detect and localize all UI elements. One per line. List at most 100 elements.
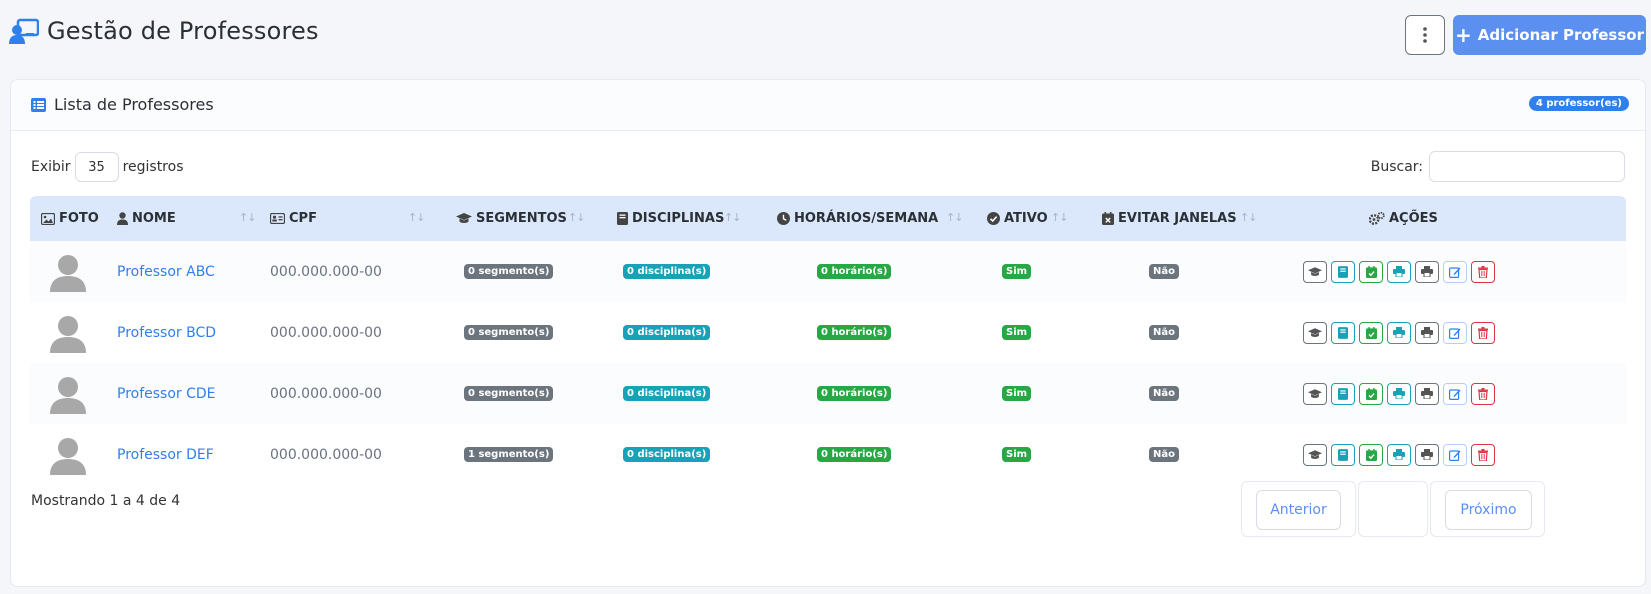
col-foto-label: FOTO bbox=[59, 211, 99, 226]
professor-name-link[interactable]: Professor DEF bbox=[117, 447, 214, 463]
delete-action-button[interactable] bbox=[1471, 443, 1495, 466]
sort-segmentos-icon[interactable]: ↑↓ bbox=[568, 211, 585, 224]
disciplinas-action-button[interactable] bbox=[1331, 382, 1355, 405]
professor-name-link[interactable]: Professor CDE bbox=[117, 386, 216, 402]
disciplinas-action-button[interactable] bbox=[1331, 443, 1355, 466]
page-title: Gestão de Professores bbox=[47, 17, 319, 45]
segmentos-action-button[interactable] bbox=[1303, 443, 1327, 466]
graduation-cap-icon bbox=[1308, 266, 1322, 276]
print-alt-action-button[interactable] bbox=[1415, 260, 1439, 283]
edit-action-button[interactable] bbox=[1443, 443, 1467, 466]
image-icon bbox=[41, 212, 55, 225]
professor-name-link[interactable]: Professor BCD bbox=[117, 325, 216, 341]
graduation-cap-icon bbox=[456, 213, 472, 224]
col-segmentos[interactable]: SEGMENTOS bbox=[456, 196, 567, 241]
edit-icon bbox=[1449, 449, 1461, 461]
ativo-cell: Sim bbox=[1002, 302, 1032, 363]
print-action-button[interactable] bbox=[1387, 260, 1411, 283]
table-row: Professor BCD 000.000.000-00 0 segmento(… bbox=[30, 302, 1626, 363]
sort-cpf-icon[interactable]: ↑↓ bbox=[408, 211, 425, 224]
search-input[interactable] bbox=[1429, 151, 1625, 182]
list-icon bbox=[31, 97, 46, 112]
segmentos-cell: 0 segmento(s) bbox=[464, 302, 554, 363]
col-cpf[interactable]: CPF bbox=[270, 196, 317, 241]
disciplinas-cell: 0 disciplina(s) bbox=[623, 302, 711, 363]
horarios-cell: 0 horário(s) bbox=[817, 424, 892, 485]
actions-cell bbox=[1303, 241, 1495, 302]
graduation-cap-icon bbox=[1308, 388, 1322, 398]
professor-name-link[interactable]: Professor ABC bbox=[117, 264, 215, 280]
sort-disciplinas-icon[interactable]: ↑↓ bbox=[724, 211, 741, 224]
delete-action-button[interactable] bbox=[1471, 321, 1495, 344]
sort-ativo-icon[interactable]: ↑↓ bbox=[1051, 211, 1068, 224]
edit-action-button[interactable] bbox=[1443, 382, 1467, 405]
length-prefix: Exibir bbox=[31, 159, 71, 175]
segmentos-action-button[interactable] bbox=[1303, 321, 1327, 344]
col-ativo[interactable]: ATIVO bbox=[987, 196, 1048, 241]
avatar bbox=[50, 437, 86, 475]
name-cell: Professor DEF bbox=[117, 424, 214, 485]
ativo-badge: Sim bbox=[1002, 447, 1032, 462]
col-horarios[interactable]: HORÁRIOS/SEMANA bbox=[777, 196, 938, 241]
pagination-next-group: Próximo bbox=[1430, 481, 1545, 537]
card-title-group: Lista de Professores bbox=[31, 95, 214, 114]
table-header: FOTO NOME ↑↓ CPF ↑↓ SEGMENTOS ↑↓ DISCIPL… bbox=[30, 196, 1626, 241]
print-alt-action-button[interactable] bbox=[1415, 443, 1439, 466]
print-alt-action-button[interactable] bbox=[1415, 382, 1439, 405]
sort-horarios-icon[interactable]: ↑↓ bbox=[946, 211, 963, 224]
horarios-action-button[interactable] bbox=[1359, 260, 1383, 283]
page-length-select[interactable]: 35 bbox=[74, 152, 119, 182]
table-info: Mostrando 1 a 4 de 4 bbox=[31, 493, 181, 509]
col-evitar-janelas-label: EVITAR JANELAS bbox=[1118, 211, 1237, 226]
next-page-button[interactable]: Próximo bbox=[1445, 490, 1532, 530]
table-row: Professor CDE 000.000.000-00 0 segmento(… bbox=[30, 363, 1626, 424]
sort-nome-icon[interactable]: ↑↓ bbox=[239, 211, 256, 224]
photo-cell bbox=[48, 424, 88, 485]
page-header: Gestão de Professores + Adicionar Profes… bbox=[0, 0, 1651, 66]
print-icon bbox=[1421, 449, 1433, 460]
print-action-button[interactable] bbox=[1387, 321, 1411, 344]
edit-action-button[interactable] bbox=[1443, 321, 1467, 344]
delete-action-button[interactable] bbox=[1471, 382, 1495, 405]
col-evitar-janelas[interactable]: EVITAR JANELAS bbox=[1102, 196, 1237, 241]
length-suffix: registros bbox=[122, 159, 184, 175]
previous-page-button[interactable]: Anterior bbox=[1256, 490, 1341, 530]
col-disciplinas[interactable]: DISCIPLINAS bbox=[617, 196, 724, 241]
trash-icon bbox=[1478, 326, 1488, 339]
print-action-button[interactable] bbox=[1387, 382, 1411, 405]
col-foto[interactable]: FOTO bbox=[41, 196, 99, 241]
evitar-janelas-cell: Não bbox=[1149, 424, 1179, 485]
pagination-current[interactable] bbox=[1358, 481, 1428, 537]
calendar-x-icon bbox=[1102, 212, 1114, 225]
edit-icon bbox=[1449, 388, 1461, 400]
segmentos-badge: 1 segmento(s) bbox=[464, 447, 554, 462]
calendar-check-icon bbox=[1365, 326, 1377, 339]
evitar-janelas-badge: Não bbox=[1149, 264, 1179, 279]
horarios-action-button[interactable] bbox=[1359, 321, 1383, 344]
horarios-badge: 0 horário(s) bbox=[817, 264, 892, 279]
col-nome[interactable]: NOME bbox=[117, 196, 176, 241]
sort-evitar-janelas-icon[interactable]: ↑↓ bbox=[1240, 211, 1257, 224]
evitar-janelas-badge: Não bbox=[1149, 325, 1179, 340]
evitar-janelas-cell: Não bbox=[1149, 302, 1179, 363]
add-professor-button[interactable]: + Adicionar Professor bbox=[1453, 15, 1646, 55]
delete-action-button[interactable] bbox=[1471, 260, 1495, 283]
professors-card: Lista de Professores 4 professor(es) Exi… bbox=[10, 79, 1646, 587]
print-alt-action-button[interactable] bbox=[1415, 321, 1439, 344]
disciplinas-action-button[interactable] bbox=[1331, 260, 1355, 283]
photo-cell bbox=[48, 302, 88, 363]
edit-action-button[interactable] bbox=[1443, 260, 1467, 283]
horarios-action-button[interactable] bbox=[1359, 443, 1383, 466]
segmentos-action-button[interactable] bbox=[1303, 260, 1327, 283]
print-action-button[interactable] bbox=[1387, 443, 1411, 466]
horarios-action-button[interactable] bbox=[1359, 382, 1383, 405]
graduation-cap-icon bbox=[1308, 327, 1322, 337]
disciplinas-action-button[interactable] bbox=[1331, 321, 1355, 344]
col-ativo-label: ATIVO bbox=[1004, 211, 1048, 226]
cpf-cell: 000.000.000-00 bbox=[270, 263, 382, 280]
evitar-janelas-badge: Não bbox=[1149, 447, 1179, 462]
more-options-button[interactable] bbox=[1405, 15, 1445, 55]
card-header: Lista de Professores 4 professor(es) bbox=[11, 80, 1645, 131]
segmentos-action-button[interactable] bbox=[1303, 382, 1327, 405]
disciplinas-badge: 0 disciplina(s) bbox=[623, 386, 711, 401]
